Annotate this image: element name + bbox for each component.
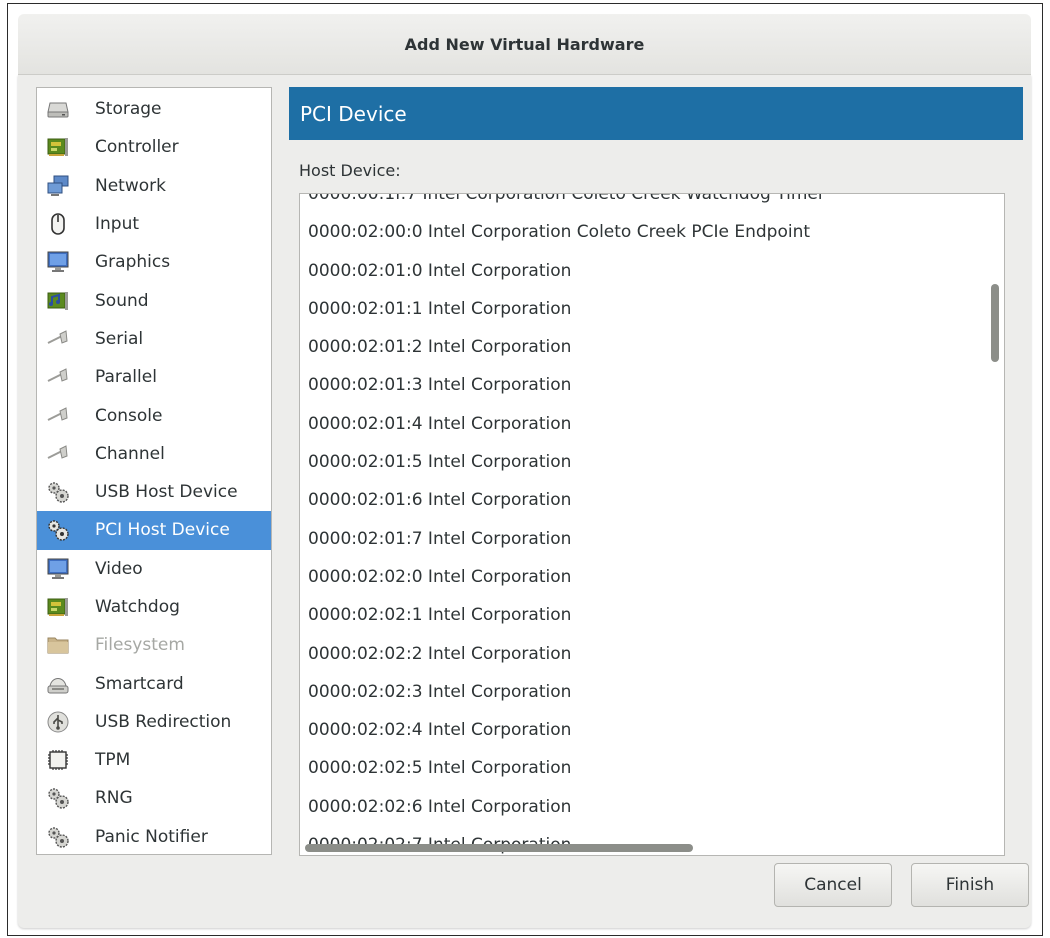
list-item[interactable]: 0000:02:02:1 Intel Corporation bbox=[300, 596, 990, 634]
sidebar-item-panic-notifier[interactable]: Panic Notifier bbox=[37, 818, 271, 856]
dialog-titlebar[interactable]: Add New Virtual Hardware bbox=[18, 14, 1031, 75]
monitor-icon bbox=[45, 556, 71, 582]
sidebar-item-label: Console bbox=[95, 405, 163, 426]
network-icon bbox=[45, 173, 71, 199]
sidebar-item-graphics[interactable]: Graphics bbox=[37, 243, 271, 281]
sidebar-item-watchdog[interactable]: Watchdog bbox=[37, 588, 271, 626]
sidebar-item-label: RNG bbox=[95, 788, 133, 809]
sidebar-item-label: Sound bbox=[95, 290, 149, 311]
sidebar-item-tpm[interactable]: TPM bbox=[37, 741, 271, 779]
sidebar-item-filesystem[interactable]: Filesystem bbox=[37, 626, 271, 664]
sidebar-item-smartcard[interactable]: Smartcard bbox=[37, 664, 271, 702]
serial-cable-icon bbox=[45, 326, 71, 352]
host-device-label: Host Device: bbox=[299, 161, 401, 180]
list-item[interactable]: 0000:02:01:4 Intel Corporation bbox=[300, 405, 990, 443]
sidebar-item-serial[interactable]: Serial bbox=[37, 320, 271, 358]
folder-icon bbox=[45, 632, 71, 658]
sidebar-item-label: USB Redirection bbox=[95, 711, 232, 732]
sidebar-item-usb-host-device[interactable]: USB Host Device bbox=[37, 473, 271, 511]
sidebar-item-sound[interactable]: Sound bbox=[37, 281, 271, 319]
dialog-title: Add New Virtual Hardware bbox=[404, 34, 645, 54]
list-item[interactable]: 0000:02:01:0 Intel Corporation bbox=[300, 252, 990, 290]
horizontal-scrollbar-thumb[interactable] bbox=[305, 844, 693, 852]
controller-card-icon bbox=[45, 134, 71, 160]
sidebar-item-label: Controller bbox=[95, 137, 179, 158]
page-title: PCI Device bbox=[300, 101, 407, 126]
dialog-content: Storage Controller Network Input Graphic… bbox=[18, 75, 1031, 928]
list-item[interactable]: 0000:00:1f:7 Intel Corporation Coleto Cr… bbox=[300, 194, 990, 213]
page-header: PCI Device bbox=[289, 87, 1023, 140]
sidebar-item-network[interactable]: Network bbox=[37, 167, 271, 205]
sidebar-item-usb-redirection[interactable]: USB Redirection bbox=[37, 703, 271, 741]
gears-icon bbox=[45, 517, 71, 543]
sidebar-item-label: Channel bbox=[95, 443, 165, 464]
sidebar-item-label: Storage bbox=[95, 99, 162, 120]
device-list-content: 0000:00:1f:7 Intel Corporation Coleto Cr… bbox=[300, 194, 990, 855]
sound-card-icon bbox=[45, 288, 71, 314]
sidebar-item-parallel[interactable]: Parallel bbox=[37, 358, 271, 396]
list-item[interactable]: 0000:02:01:1 Intel Corporation bbox=[300, 290, 990, 328]
add-hardware-dialog: Add New Virtual Hardware Storage Control… bbox=[7, 3, 1043, 936]
vertical-scrollbar-thumb[interactable] bbox=[991, 284, 999, 362]
storage-icon bbox=[45, 96, 71, 122]
list-item[interactable]: 0000:02:02:0 Intel Corporation bbox=[300, 558, 990, 596]
list-item[interactable]: 0000:02:02:4 Intel Corporation bbox=[300, 711, 990, 749]
smartcard-reader-icon bbox=[45, 671, 71, 697]
list-item[interactable]: 0000:02:00:0 Intel Corporation Coleto Cr… bbox=[300, 213, 990, 251]
list-item[interactable]: 0000:02:01:3 Intel Corporation bbox=[300, 366, 990, 404]
sidebar-item-label: Serial bbox=[95, 328, 144, 349]
usb-icon bbox=[45, 709, 71, 735]
sidebar-item-label: PCI Host Device bbox=[95, 520, 230, 541]
sidebar-item-label: TPM bbox=[95, 750, 131, 771]
mouse-icon bbox=[45, 211, 71, 237]
list-item[interactable]: 0000:02:02:6 Intel Corporation bbox=[300, 788, 990, 826]
list-item[interactable]: 0000:02:02:3 Intel Corporation bbox=[300, 673, 990, 711]
channel-cable-icon bbox=[45, 441, 71, 467]
parallel-cable-icon bbox=[45, 364, 71, 390]
sidebar-item-controller[interactable]: Controller bbox=[37, 128, 271, 166]
sidebar-item-label: Input bbox=[95, 214, 140, 235]
console-cable-icon bbox=[45, 403, 71, 429]
sidebar-item-label: Watchdog bbox=[95, 597, 180, 617]
hardware-type-list: Storage Controller Network Input Graphic… bbox=[36, 87, 272, 855]
sidebar-item-label: Video bbox=[95, 558, 143, 579]
cancel-button[interactable]: Cancel bbox=[774, 863, 892, 907]
list-item[interactable]: 0000:02:01:2 Intel Corporation bbox=[300, 328, 990, 366]
list-item[interactable]: 0000:02:01:5 Intel Corporation bbox=[300, 443, 990, 481]
sidebar-item-label: Graphics bbox=[95, 252, 171, 273]
monitor-icon bbox=[45, 249, 71, 275]
sidebar-item-console[interactable]: Console bbox=[37, 396, 271, 434]
list-item[interactable]: 0000:02:02:5 Intel Corporation bbox=[300, 749, 990, 787]
sidebar-item-label: Filesystem bbox=[95, 635, 185, 656]
chip-icon bbox=[45, 747, 71, 773]
gears-icon bbox=[45, 824, 71, 850]
sidebar-item-label: USB Host Device bbox=[95, 482, 238, 503]
sidebar-item-label: Parallel bbox=[95, 367, 157, 388]
sidebar-item-channel[interactable]: Channel bbox=[37, 435, 271, 473]
list-item[interactable]: 0000:02:02:2 Intel Corporation bbox=[300, 635, 990, 673]
sidebar-item-label: Panic Notifier bbox=[95, 826, 208, 847]
sidebar-item-storage[interactable]: Storage bbox=[37, 90, 271, 128]
finish-button[interactable]: Finish bbox=[911, 863, 1029, 907]
host-device-list[interactable]: 0000:00:1f:7 Intel Corporation Coleto Cr… bbox=[299, 193, 1005, 856]
sidebar-item-pci-host-device[interactable]: PCI Host Device bbox=[37, 511, 271, 550]
gears-icon bbox=[45, 785, 71, 811]
list-item[interactable]: 0000:02:01:7 Intel Corporation bbox=[300, 520, 990, 558]
sidebar-item-input[interactable]: Input bbox=[37, 205, 271, 243]
list-item[interactable]: 0000:02:01:6 Intel Corporation bbox=[300, 481, 990, 519]
sidebar-item-label: Smartcard bbox=[95, 673, 184, 694]
sidebar-item-video[interactable]: Video bbox=[37, 550, 271, 588]
controller-card-icon bbox=[45, 594, 71, 620]
gears-icon bbox=[45, 479, 71, 505]
sidebar-item-rng[interactable]: RNG bbox=[37, 779, 271, 817]
sidebar-item-label: Network bbox=[95, 175, 166, 196]
